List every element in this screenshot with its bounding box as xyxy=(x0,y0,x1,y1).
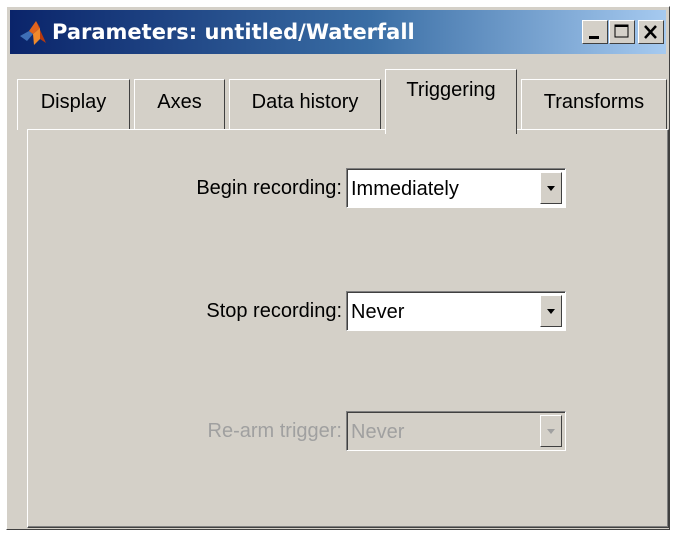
stop-recording-label: Stop recording: xyxy=(206,300,342,322)
stop-recording-dropdown[interactable]: Never xyxy=(346,291,566,331)
tab-display-label: Display xyxy=(40,91,107,113)
tab-triggering[interactable]: Triggering xyxy=(385,69,517,134)
tab-display[interactable]: Display xyxy=(17,79,130,130)
close-icon xyxy=(644,25,657,39)
rearm-trigger-dropdown: Never xyxy=(346,411,566,451)
stop-recording-value: Never xyxy=(351,301,405,323)
rearm-trigger-value: Never xyxy=(351,421,405,443)
begin-recording-label: Begin recording: xyxy=(196,177,342,199)
tab-transforms[interactable]: Transforms xyxy=(521,79,667,130)
chevron-down-icon xyxy=(547,186,555,191)
title-bar[interactable]: Parameters: untitled/Waterfall xyxy=(10,10,666,54)
begin-recording-dropdown-button[interactable] xyxy=(540,172,562,204)
rearm-trigger-label: Re-arm trigger: xyxy=(207,420,342,442)
minimize-button[interactable] xyxy=(582,20,608,44)
maximize-button[interactable] xyxy=(609,20,635,44)
begin-recording-dropdown[interactable]: Immediately xyxy=(346,168,566,208)
matlab-icon xyxy=(20,21,46,45)
minimize-icon xyxy=(589,36,599,39)
tab-axes-label: Axes xyxy=(157,91,202,113)
begin-recording-value: Immediately xyxy=(351,178,459,200)
maximize-icon xyxy=(614,24,629,38)
close-button[interactable] xyxy=(638,20,664,44)
parameters-window: Parameters: untitled/Waterfall Display A… xyxy=(6,6,670,530)
window-title: Parameters: untitled/Waterfall xyxy=(52,20,415,44)
tab-transforms-label: Transforms xyxy=(543,91,645,113)
stop-recording-dropdown-button[interactable] xyxy=(540,295,562,327)
chevron-down-icon xyxy=(547,309,555,314)
tab-axes[interactable]: Axes xyxy=(134,79,225,130)
rearm-trigger-dropdown-button xyxy=(540,415,562,447)
tab-data-history[interactable]: Data history xyxy=(229,79,381,130)
chevron-down-icon xyxy=(547,429,555,434)
tab-triggering-label: Triggering xyxy=(406,79,496,101)
tab-data-history-label: Data history xyxy=(251,91,359,113)
